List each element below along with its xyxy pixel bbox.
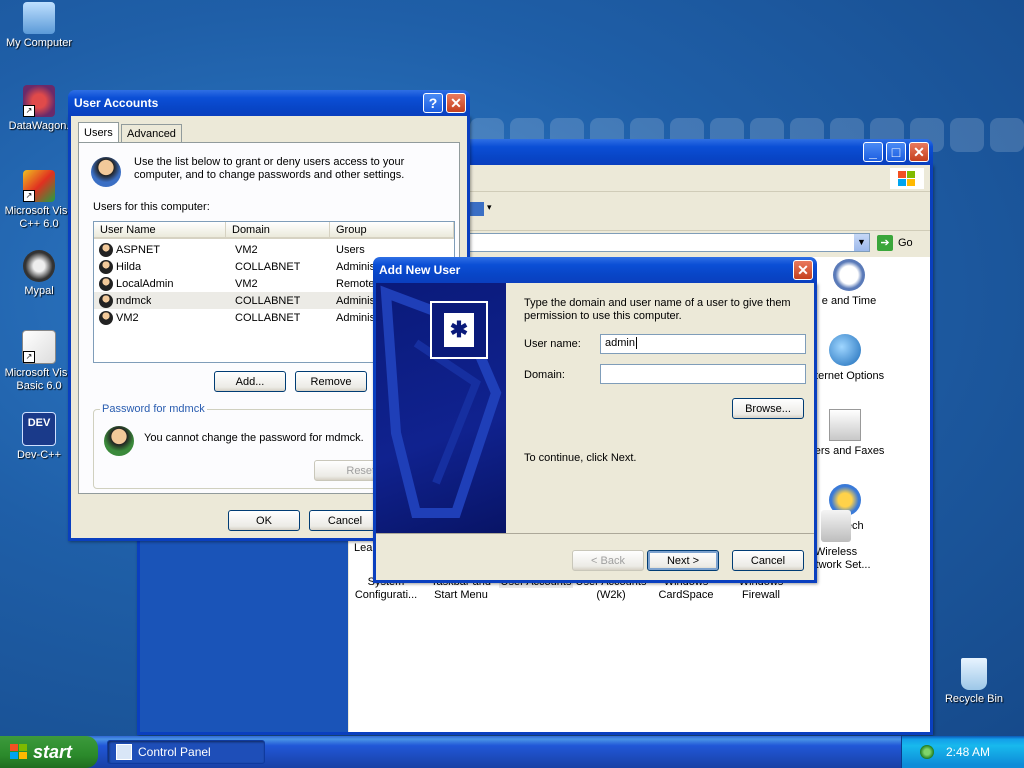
dev-cpp-icon: DEV: [22, 412, 56, 446]
back-button[interactable]: < Back: [572, 550, 644, 571]
column-user-name[interactable]: User Name: [94, 222, 226, 239]
start-button[interactable]: start: [0, 736, 98, 768]
visual-basic-icon: ↗: [22, 330, 56, 364]
domain-input[interactable]: [600, 364, 806, 384]
add-new-user-dialog: Add New User ✕ ✱ Type the domain and use…: [373, 257, 817, 583]
go-button[interactable]: ➔ Go: [877, 233, 913, 252]
recycle-bin-icon: [961, 658, 987, 690]
address-dropdown-icon[interactable]: ▼: [854, 234, 869, 251]
clock-icon: [833, 259, 865, 291]
printer-icon: [829, 409, 861, 441]
remove-user-button[interactable]: Remove: [295, 371, 367, 392]
users-keys-icon: [91, 157, 121, 187]
wizard-banner: ✱: [376, 283, 506, 533]
user-icon: [99, 259, 113, 274]
tab-users[interactable]: Users: [78, 122, 119, 142]
password-text: You cannot change the password for mdmck…: [144, 432, 364, 444]
help-button[interactable]: ?: [423, 93, 443, 113]
user-icon: [99, 310, 113, 325]
intro-text: Type the domain and user name of a user …: [524, 297, 791, 322]
desktop-icon-datawagon[interactable]: ↗ DataWagon.: [0, 85, 78, 133]
dialog-title: Add New User: [379, 263, 461, 277]
close-button[interactable]: ✕: [446, 93, 466, 113]
groupbox-title: Password for mdmck: [100, 403, 207, 415]
desktop-icon-my-computer[interactable]: My Computer: [0, 2, 78, 50]
domain-label: Domain:: [524, 369, 565, 381]
windows-flag-icon: [10, 744, 27, 759]
wireless-icon: [821, 510, 851, 542]
mypal-icon: [23, 250, 55, 282]
windows-logo-icon: [890, 168, 924, 189]
desktop-icon-dev-cpp[interactable]: DEV Dev-C++: [0, 412, 78, 462]
text-cursor: [635, 337, 637, 349]
views-icon[interactable]: [470, 202, 484, 216]
close-button[interactable]: ✕: [909, 142, 929, 162]
column-group[interactable]: Group: [330, 222, 454, 239]
user-icon: [99, 293, 113, 308]
add-new-user-titlebar[interactable]: Add New User ✕: [373, 257, 817, 283]
list-label: Users for this computer:: [93, 201, 210, 213]
table-row[interactable]: ASPNET VM2 Users: [94, 241, 454, 258]
username-label: User name:: [524, 338, 581, 350]
user-icon: [99, 276, 113, 291]
network-icon[interactable]: [920, 745, 934, 759]
user-globe-icon: [104, 426, 134, 456]
add-user-button[interactable]: Add...: [214, 371, 286, 392]
desktop-icon-visual-basic[interactable]: ↗ Microsoft Visu Basic 6.0: [0, 330, 78, 393]
close-button[interactable]: ✕: [793, 260, 813, 280]
divider: [376, 533, 814, 534]
maximize-button[interactable]: □: [886, 142, 906, 162]
control-panel-icon: [116, 744, 132, 760]
cp-item-internet-options[interactable]: Internet Options: [805, 334, 885, 383]
ok-button[interactable]: OK: [228, 510, 300, 531]
cp-item-date-time[interactable]: e and Time: [809, 259, 889, 308]
taskbar: start Control Panel 2:48 AM: [0, 736, 1024, 768]
datawagon-icon: ↗: [23, 85, 55, 117]
browse-button[interactable]: Browse...: [732, 398, 804, 419]
views-dropdown-icon[interactable]: ▾: [487, 202, 492, 213]
system-tray: 2:48 AM: [901, 736, 1024, 768]
username-input[interactable]: admin: [600, 334, 806, 354]
user-accounts-titlebar[interactable]: User Accounts ? ✕: [68, 90, 470, 116]
intro-text: Use the list below to grant or deny user…: [134, 156, 405, 181]
column-domain[interactable]: Domain: [226, 222, 330, 239]
taskbar-item-control-panel[interactable]: Control Panel: [107, 740, 265, 764]
cp-item-printers-faxes[interactable]: nters and Faxes: [805, 409, 885, 458]
cancel-button[interactable]: Cancel: [309, 510, 381, 531]
globe-icon: [829, 334, 861, 366]
window-title: User Accounts: [74, 96, 159, 110]
cancel-button[interactable]: Cancel: [732, 550, 804, 571]
tab-advanced[interactable]: Advanced: [121, 124, 182, 142]
clock[interactable]: 2:48 AM: [946, 745, 990, 759]
my-computer-icon: [23, 2, 55, 34]
minimize-button[interactable]: _: [863, 142, 883, 162]
desktop-icon-visual-cpp[interactable]: ↗ Microsoft Visu C++ 6.0: [0, 170, 78, 231]
key-card-icon: ✱: [430, 301, 488, 359]
visual-cpp-icon: ↗: [23, 170, 55, 202]
continue-text: To continue, click Next.: [524, 452, 637, 464]
desktop-icon-recycle-bin[interactable]: Recycle Bin: [935, 658, 1013, 706]
user-icon: [99, 242, 113, 257]
go-arrow-icon: ➔: [877, 234, 893, 251]
desktop-icon-mypal[interactable]: Mypal: [0, 250, 78, 298]
next-button[interactable]: Next >: [647, 550, 719, 571]
